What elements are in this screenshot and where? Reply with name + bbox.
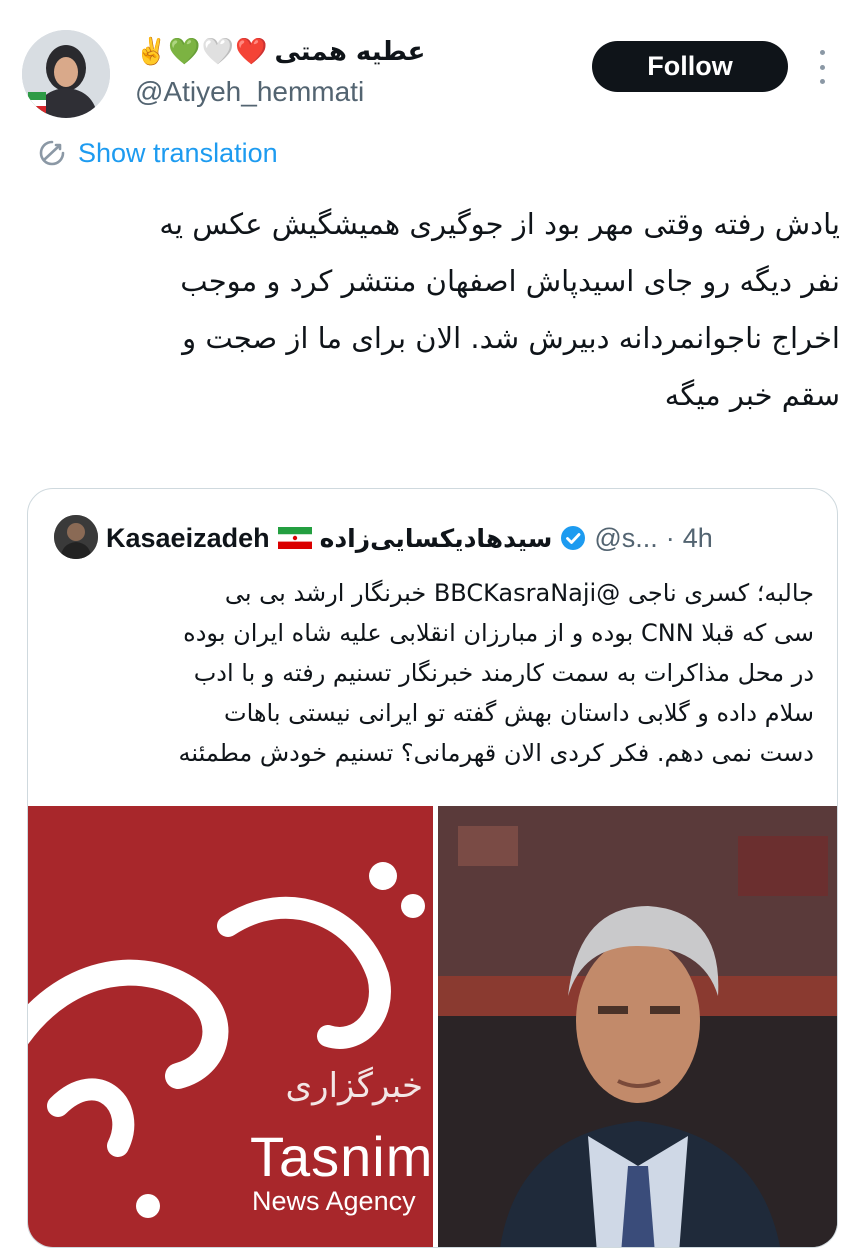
- quote-avatar-image: [54, 515, 98, 559]
- show-translation-label: Show translation: [78, 137, 278, 168]
- quote-line: جالبه؛ کسری ناجی @BBCKasraNaji خبرنگار ا…: [224, 579, 814, 607]
- quote-header: Kasaeizadeh سیدهادیکسایی‌زاده @s... · 4h: [106, 517, 817, 559]
- follow-button[interactable]: Follow: [592, 41, 788, 92]
- reporter-portrait: [438, 806, 837, 1247]
- quote-author-handle[interactable]: @s...: [594, 523, 657, 554]
- tasnim-brand-sub: News Agency: [252, 1186, 416, 1216]
- quote-line: سلام داده و گلابی داستان بهش گفته تو ایر…: [223, 699, 814, 727]
- author-emojis: ✌️💚🤍❤️: [135, 37, 269, 67]
- quote-author-avatar[interactable]: [54, 515, 98, 559]
- translate-icon: [39, 140, 65, 166]
- quote-line: در محل مذاکرات به سمت کارمند خبرنگار تسن…: [193, 659, 814, 687]
- reporter-photo[interactable]: [438, 806, 837, 1247]
- tweet-line: یادش رفته وقتی مهر بود از جوگیری همیشگیش…: [159, 207, 840, 241]
- quoted-tweet[interactable]: Kasaeizadeh سیدهادیکسایی‌زاده @s... · 4h…: [27, 488, 838, 1248]
- separator-dot: ·: [665, 522, 675, 553]
- tweet-line: سقم خبر میگه: [664, 378, 840, 412]
- quote-line: دست نمی دهم. فکر کردی الان قهرمانی؟ تسنی…: [178, 739, 814, 767]
- show-translation-link[interactable]: Show translation: [36, 134, 278, 172]
- quote-author-name[interactable]: Kasaeizadeh: [106, 523, 270, 554]
- tweet-line: نفر دیگه رو جای اسیدپاش اصفهان منتشر کرد…: [180, 264, 840, 298]
- quote-text: جالبه؛ کسری ناجی @BBCKasraNaji خبرنگار ا…: [50, 573, 814, 773]
- tasnim-brand-en: Tasnim: [250, 1125, 433, 1188]
- more-vertical-icon[interactable]: [812, 50, 832, 84]
- tasnim-logo-image[interactable]: خبرگزاری Tasnim News Agency: [28, 806, 433, 1247]
- author-handle[interactable]: @Atiyeh_hemmati: [135, 76, 364, 108]
- quote-author-name-fa[interactable]: سیدهادیکسایی‌زاده: [320, 524, 553, 553]
- iran-flag-icon: [277, 527, 312, 549]
- tasnim-brand-fa: خبرگزاری: [285, 1066, 423, 1106]
- author-display-name[interactable]: عطیه همتی: [275, 37, 426, 67]
- avatar-image: [22, 30, 110, 118]
- tweet-text: یادش رفته وقتی مهر بود از جوگیری همیشگیش…: [28, 196, 840, 424]
- author-name-row: ✌️💚🤍❤️ عطیه همتی: [135, 32, 425, 72]
- quote-timestamp[interactable]: 4h: [683, 523, 713, 554]
- verified-badge-icon: [561, 526, 586, 550]
- quote-line: سی که قبلا CNN بوده و از مبارزان انقلابی…: [183, 619, 814, 647]
- tweet-line: اخراج ناجوانمردانه دبیرش شد. الان برای م…: [182, 321, 840, 355]
- author-avatar[interactable]: [22, 30, 110, 118]
